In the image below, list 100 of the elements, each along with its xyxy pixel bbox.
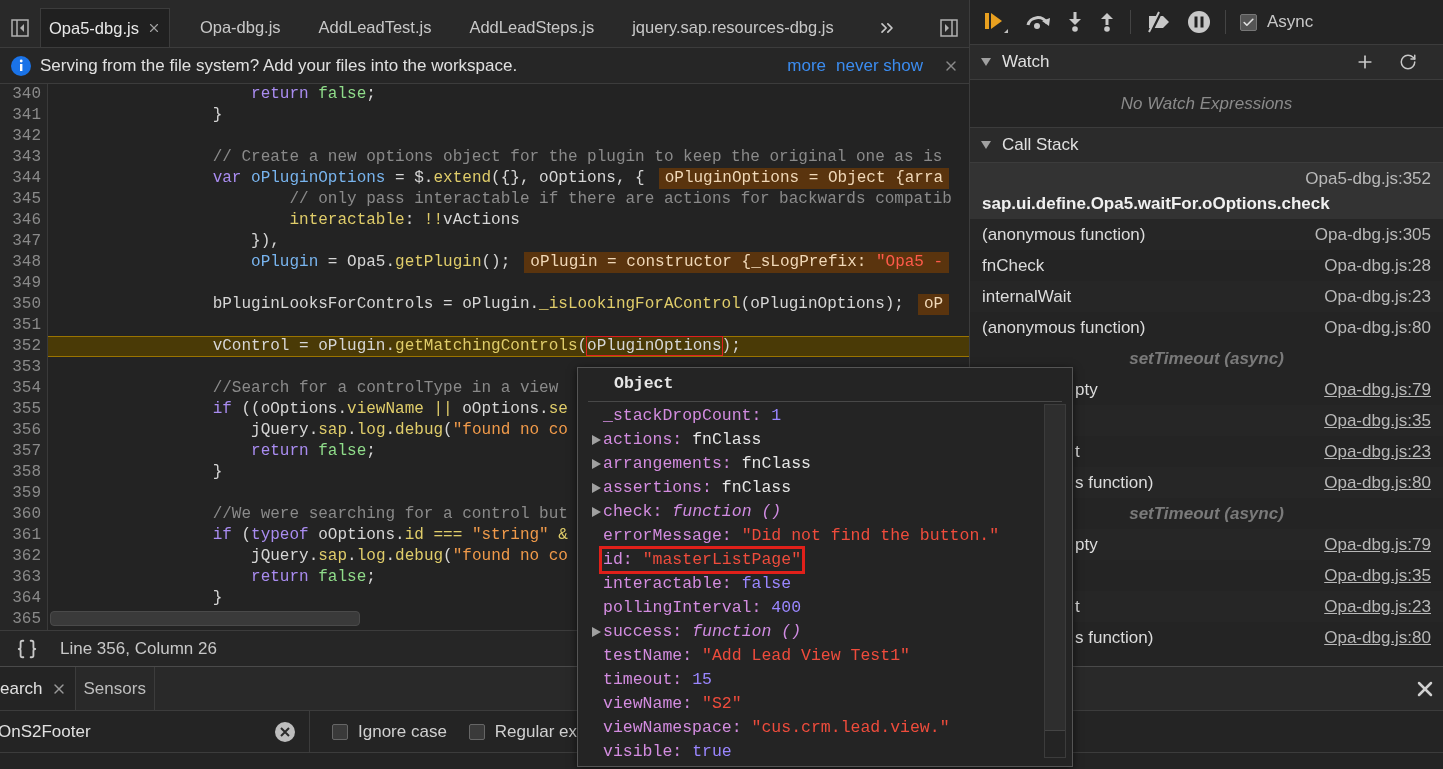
info-message: Serving from the file system? Add your files into the workspace. xyxy=(40,54,518,77)
object-property[interactable]: arrangements: fnClass xyxy=(603,454,811,474)
line-number: 348 xyxy=(12,253,41,271)
object-property: visible: true xyxy=(603,742,732,762)
line-number: 341 xyxy=(12,106,41,124)
info-link[interactable]: never show xyxy=(836,52,923,79)
pause-icon[interactable] xyxy=(1187,10,1211,34)
code-line: jQuery.sap.log.debug("found no co xyxy=(250,420,568,441)
expanded-triangle-icon[interactable] xyxy=(980,56,992,68)
horizontal-scrollbar[interactable] xyxy=(50,611,360,626)
editor-tab[interactable]: Opa-dbg.js xyxy=(191,8,289,47)
frame-location[interactable]: Opa-dbg.js:28 xyxy=(1324,252,1431,279)
frame-name[interactable]: (anonymous function) xyxy=(982,221,1146,248)
object-property[interactable]: success: function () xyxy=(603,622,802,642)
code-line: var oPluginOptions = $.extend({}, oOptions, { xyxy=(211,168,645,189)
frame-location[interactable]: Opa-dbg.js:23 xyxy=(1324,438,1431,465)
frame-location[interactable]: Opa-dbg.js:80 xyxy=(1324,624,1431,651)
object-property[interactable]: check: function () xyxy=(603,502,782,522)
code-line: } xyxy=(211,105,223,126)
frame-name[interactable]: pty xyxy=(1075,531,1098,558)
line-number: 345 xyxy=(12,190,41,208)
frame-name[interactable]: t xyxy=(1075,593,1080,620)
code-line: return false; xyxy=(250,567,376,588)
frame-name[interactable]: (anonymous function) xyxy=(982,314,1146,341)
line-number: 354 xyxy=(12,379,41,397)
pretty-print-icon[interactable] xyxy=(16,637,38,660)
refresh-icon[interactable] xyxy=(1399,53,1417,71)
frame-name[interactable]: pty xyxy=(1075,376,1098,403)
frame-name[interactable]: t xyxy=(1075,438,1080,465)
code-line: jQuery.sap.log.debug("found no co xyxy=(250,546,568,567)
expanded-triangle-icon[interactable] xyxy=(980,139,992,151)
line-number: 344 xyxy=(12,169,41,187)
line-number: 340 xyxy=(12,85,41,103)
code-line: return false; xyxy=(250,441,376,462)
object-property: _stackDropCount: 1 xyxy=(603,406,782,426)
drawer-tab[interactable]: Sensors xyxy=(75,667,155,710)
frame-location[interactable]: Opa-dbg.js:79 xyxy=(1324,376,1431,403)
frame-name[interactable]: s function) xyxy=(1075,624,1154,651)
object-property[interactable]: assertions: fnClass xyxy=(603,478,792,498)
line-number: 350 xyxy=(12,295,41,313)
call-frame[interactable]: Opa5-dbg.js:352 sap.ui.define.Opa5.waitFor.oOptions.check xyxy=(970,163,1443,219)
code-line: if (typeof oOptions.id === "string" & xyxy=(211,525,568,546)
line-number: 357 xyxy=(12,442,41,460)
clear-icon[interactable] xyxy=(275,721,295,742)
line-number: 364 xyxy=(12,589,41,607)
frame-location[interactable]: Opa-dbg.js:79 xyxy=(1324,531,1431,558)
code-line: // Create a new options object for the plugin to keep the original one as is xyxy=(211,147,943,168)
object-property: viewName: "S2" xyxy=(603,694,742,714)
expand-triangle-icon[interactable] xyxy=(590,458,602,470)
code-line: if ((oOptions.viewName || oOptions.se xyxy=(211,399,568,420)
inline-value: oPlugin = constructor {_sLogPrefix: "Opa5 - xyxy=(524,252,950,273)
option-checkbox[interactable] xyxy=(468,723,485,740)
frame-name[interactable]: s function) xyxy=(1075,469,1154,496)
expand-triangle-icon[interactable] xyxy=(590,482,602,494)
drawer-tab[interactable]: earch xyxy=(0,667,76,710)
object-property: viewNamespace: "cus.crm.lead.view." xyxy=(603,718,950,738)
expand-triangle-icon[interactable] xyxy=(590,626,602,638)
line-number: 347 xyxy=(12,232,41,250)
section-header[interactable]: Call Stack xyxy=(970,128,1443,163)
code-line: } xyxy=(211,588,223,609)
line-number: 351 xyxy=(12,316,41,334)
inline-value: oPluginOptions = Object {arra xyxy=(658,168,950,189)
empty-watch-message: No Watch Expressions xyxy=(1120,92,1293,115)
line-number: 346 xyxy=(12,211,41,229)
info-link[interactable]: more xyxy=(787,52,827,79)
vertical-scrollbar[interactable] xyxy=(1044,404,1066,758)
editor-tab[interactable]: AddLeadTest.js xyxy=(310,8,440,47)
expand-triangle-icon[interactable] xyxy=(590,434,602,446)
check-icon xyxy=(1242,15,1255,29)
toggle-navigator-icon[interactable] xyxy=(10,17,30,38)
editor-tab[interactable]: AddLeadSteps.js xyxy=(461,8,603,47)
code-line: return false; xyxy=(250,84,376,105)
frame-name[interactable]: internalWait xyxy=(982,283,1072,310)
object-property: testName: "Add Lead View Test1" xyxy=(603,646,910,666)
popover-title: Object xyxy=(614,373,674,396)
frame-location[interactable]: Opa-dbg.js:35 xyxy=(1324,407,1431,434)
frame-location[interactable]: Opa-dbg.js:80 xyxy=(1324,314,1431,341)
editor-tab[interactable]: Opa5-dbg.js xyxy=(40,8,170,47)
object-property: interactable: false xyxy=(603,574,792,594)
frame-location[interactable]: Opa-dbg.js:35 xyxy=(1324,562,1431,589)
frame-name[interactable]: sap.ui.define.Opa5.waitFor.oOptions.check xyxy=(982,191,1431,217)
frame-location[interactable]: Opa5-dbg.js:352 xyxy=(1305,165,1431,191)
option-checkbox[interactable] xyxy=(332,723,348,740)
async-separator: setTimeout (async) xyxy=(1129,347,1284,370)
line-number: 360 xyxy=(12,505,41,523)
object-property[interactable]: actions: fnClass xyxy=(603,430,762,450)
expand-triangle-icon[interactable] xyxy=(590,506,602,518)
section-header[interactable]: Watch xyxy=(970,45,1443,80)
async-checkbox[interactable] xyxy=(1240,13,1257,31)
line-number: 356 xyxy=(12,421,41,439)
toggle-debugger-icon[interactable] xyxy=(939,17,959,38)
frame-location[interactable]: Opa-dbg.js:80 xyxy=(1324,469,1431,496)
editor-tab[interactable]: jquery.sap.resources-dbg.js xyxy=(624,8,842,47)
frame-location[interactable]: Opa-dbg.js:305 xyxy=(1314,221,1431,248)
frame-location[interactable]: Opa-dbg.js:23 xyxy=(1324,593,1431,620)
line-number: 363 xyxy=(12,568,41,586)
frame-name[interactable]: fnCheck xyxy=(982,252,1045,279)
frame-location[interactable]: Opa-dbg.js:23 xyxy=(1324,283,1431,310)
line-number: 361 xyxy=(12,526,41,544)
code-line: //We were searching for a control but xyxy=(211,504,568,525)
